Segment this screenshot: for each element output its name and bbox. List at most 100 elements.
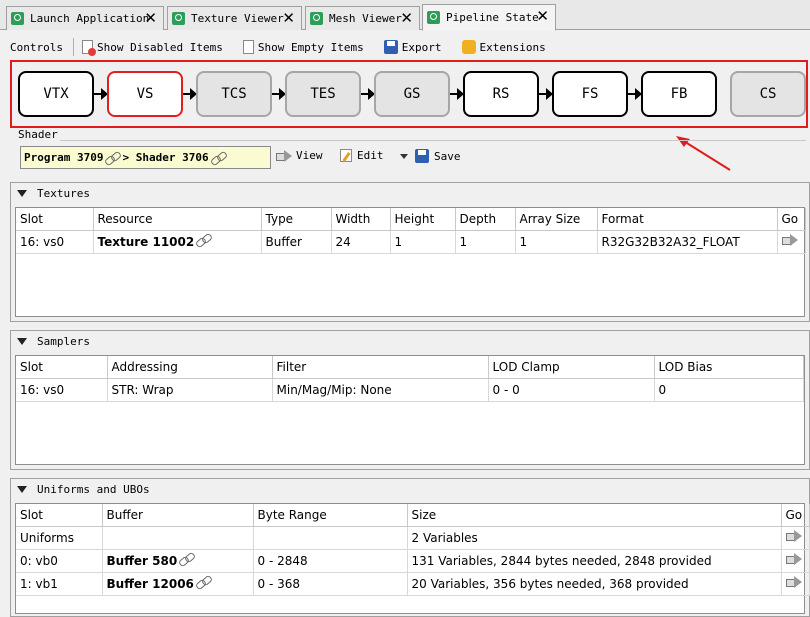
table-row[interactable]: 1: vb1 Buffer 12006 0 - 368 20 Variables… [16,572,810,596]
uniforms-header[interactable]: Uniforms and UBOs [17,483,150,496]
cell-height: 1 [390,230,456,254]
save-button[interactable]: Save [415,149,461,163]
column-header[interactable]: Buffer [102,504,254,527]
show-empty-button[interactable]: Show Empty Items [242,40,364,54]
collapse-icon [17,486,27,493]
extensions-button[interactable]: Extensions [461,40,546,54]
column-header[interactable]: Depth [455,208,516,231]
column-header[interactable]: Resource [93,208,262,231]
stage-tes[interactable]: TES [285,71,361,117]
column-header[interactable]: Format [597,208,778,231]
link-icon[interactable] [211,152,226,164]
table-row[interactable]: 16: vs0 Texture 11002 Buffer 24 1 1 1 R3… [16,230,806,254]
table-row[interactable]: 16: vs0 STR: Wrap Min/Mag/Mip: None 0 - … [16,378,804,402]
column-header[interactable]: Height [390,208,456,231]
cell-go [781,572,810,596]
link-icon[interactable] [196,234,211,246]
go-arrow-icon[interactable] [785,576,802,588]
textures-header[interactable]: Textures [17,187,90,200]
stage-arrow [272,88,286,100]
app-icon [11,12,24,25]
cell-lod-clamp: 0 - 0 [488,378,655,402]
cell-go [777,230,806,254]
tab-mesh-viewer[interactable]: Mesh Viewer ✕ [305,6,420,30]
stage-fs[interactable]: FS [552,71,628,117]
link-icon[interactable] [196,576,211,588]
show-disabled-button[interactable]: Show Disabled Items [81,40,223,56]
samplers-title: Samplers [37,335,90,348]
close-icon[interactable]: ✕ [400,10,413,26]
view-button[interactable]: View [276,149,323,162]
cell-format: R32G32B32A32_FLOAT [597,230,778,254]
samplers-header[interactable]: Samplers [17,335,90,348]
cell-byte-range [253,526,408,550]
go-arrow-icon[interactable] [785,553,802,565]
column-header[interactable]: Addressing [107,356,273,379]
column-header[interactable]: Slot [16,208,94,231]
column-header[interactable]: Byte Range [253,504,408,527]
column-header[interactable]: Width [331,208,391,231]
column-header[interactable]: Array Size [515,208,598,231]
shader-path[interactable]: Program 3709 > Shader 3706 [20,146,271,169]
toolbar: Controls Show Disabled Items Show Empty … [10,36,806,58]
column-header[interactable]: LOD Clamp [488,356,655,379]
cell-type: Buffer [261,230,332,254]
close-icon[interactable]: ✕ [282,10,295,26]
stage-vs[interactable]: VS [107,71,183,117]
column-header[interactable]: LOD Bias [654,356,804,379]
close-icon[interactable]: ✕ [536,8,549,24]
column-header[interactable]: Filter [272,356,489,379]
stage-arrow [361,88,375,100]
divider [60,140,806,141]
collapse-icon [17,190,27,197]
close-icon[interactable]: ✕ [144,10,157,26]
save-label: Save [434,149,461,163]
uniforms-table: Slot Buffer Byte Range Size Go Uniforms … [15,503,810,614]
column-header[interactable]: Go [781,504,810,527]
cell-byte-range: 0 - 2848 [253,549,408,573]
cell-go [781,549,810,573]
cell-resource: Texture 11002 [93,230,262,254]
stage-arrow [628,88,642,100]
tab-texture-viewer[interactable]: Texture Viewer ✕ [167,6,302,30]
stage-rs[interactable]: RS [463,71,539,117]
edit-dropdown-icon[interactable] [400,154,408,159]
column-header[interactable]: Type [261,208,332,231]
stage-tcs[interactable]: TCS [196,71,272,117]
export-label: Export [401,40,442,54]
stage-gs[interactable]: GS [374,71,450,117]
cell-buffer: Buffer 12006 [102,572,254,596]
link-icon[interactable] [179,553,194,565]
column-header[interactable]: Slot [16,356,108,379]
cell-filter: Min/Mag/Mip: None [272,378,489,402]
samplers-panel: Samplers Slot Addressing Filter LOD Clam… [10,330,810,470]
cell-size: 20 Variables, 356 bytes needed, 368 prov… [407,572,782,596]
stage-fb[interactable]: FB [641,71,717,117]
buffer-name: Buffer 12006 [106,577,194,591]
link-icon[interactable] [105,152,120,164]
textures-title: Textures [37,187,90,200]
column-header[interactable]: Go [777,208,806,231]
edit-button[interactable]: Edit [340,149,384,162]
stage-vtx[interactable]: VTX [18,71,94,117]
page-disabled-icon [81,40,96,56]
tab-launch-application[interactable]: Launch Application ✕ [6,6,164,30]
cell-buffer [102,526,254,550]
stage-arrow [450,88,464,100]
go-arrow-icon[interactable] [785,530,802,542]
tab-pipeline-state[interactable]: Pipeline State ✕ [422,4,556,31]
shader-section-label: Shader [18,128,58,141]
table-row[interactable]: 0: vb0 Buffer 580 0 - 2848 131 Variables… [16,549,810,573]
cell-slot: 0: vb0 [16,549,103,573]
samplers-table: Slot Addressing Filter LOD Clamp LOD Bia… [15,355,805,465]
stage-cs[interactable]: CS [730,71,806,117]
export-button[interactable]: Export [383,40,442,54]
column-header[interactable]: Slot [16,504,103,527]
go-arrow-icon[interactable] [781,234,798,246]
table-row[interactable]: Uniforms 2 Variables [16,526,810,550]
cell-array-size: 1 [515,230,598,254]
tab-label: Pipeline State [446,11,539,24]
arrow-right-icon [276,149,292,162]
column-header[interactable]: Size [407,504,782,527]
cell-depth: 1 [455,230,516,254]
